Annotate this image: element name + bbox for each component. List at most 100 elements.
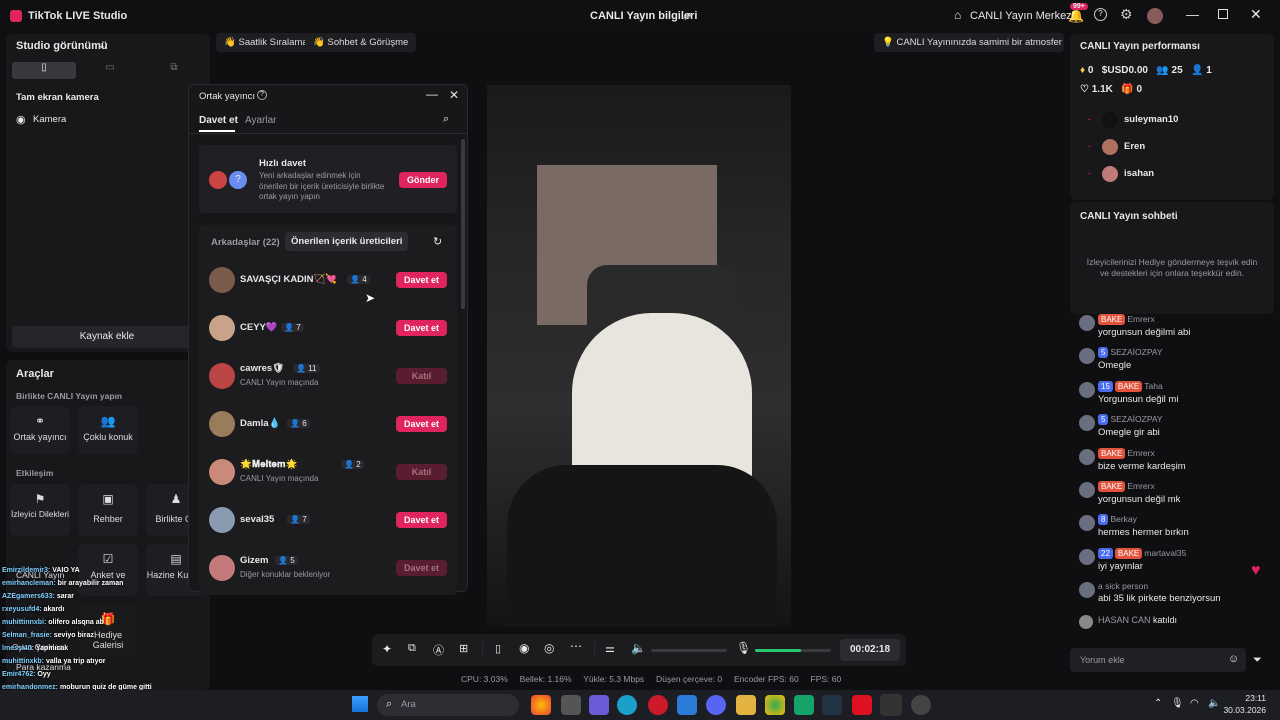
steam-icon[interactable] xyxy=(822,695,842,715)
speaker-icon[interactable]: 🔈 xyxy=(631,641,646,655)
chat-username[interactable]: Emrerx xyxy=(1127,448,1154,458)
scrollbar[interactable] xyxy=(461,139,465,309)
volume-icon[interactable]: 🔈 xyxy=(1208,698,1220,709)
join-button[interactable]: Katıl xyxy=(396,464,447,480)
minimize-icon[interactable]: — xyxy=(426,87,438,101)
multi-guest-tool-button[interactable]: 👥 Çoklu konuk xyxy=(78,406,138,454)
app-icon[interactable] xyxy=(794,695,814,715)
split-layout-button[interactable]: ⧉ xyxy=(142,62,206,79)
close-icon[interactable]: ✕ xyxy=(1250,6,1262,23)
chat-call-pill[interactable]: 👋 Sohbet & Görüşme xyxy=(305,33,417,52)
help-icon[interactable]: ? xyxy=(1094,8,1107,21)
chevron-down-icon[interactable]: ⌄ xyxy=(98,40,106,51)
tab-invite[interactable]: Davet et xyxy=(199,115,238,126)
portrait-layout-button[interactable]: ▯ xyxy=(12,62,76,79)
refresh-icon[interactable]: ↻ xyxy=(433,235,442,248)
tab-settings[interactable]: Ayarlar xyxy=(245,115,277,126)
top-viewer-row[interactable]: - isahan xyxy=(1080,164,1270,186)
avatar xyxy=(209,411,235,437)
chevron-up-icon[interactable]: ⌃ xyxy=(1154,698,1162,709)
avatar[interactable] xyxy=(1147,8,1163,24)
explorer-icon[interactable] xyxy=(561,695,581,715)
microphone-icon[interactable]: 🎙 xyxy=(736,641,751,655)
chat-username[interactable]: SEZAİOZPAY xyxy=(1110,347,1162,357)
gear-icon[interactable]: ⚙ xyxy=(1120,6,1133,23)
mail-icon[interactable] xyxy=(677,695,697,715)
chat-username[interactable]: Emrerx xyxy=(1127,481,1154,491)
invite-button[interactable]: Davet et xyxy=(396,416,447,432)
send-button[interactable]: Gönder xyxy=(399,172,447,188)
tiktok-studio-icon[interactable] xyxy=(880,694,902,716)
speaker-volume-slider[interactable] xyxy=(651,649,727,652)
maximize-icon[interactable] xyxy=(1218,9,1228,19)
windows-start-icon[interactable] xyxy=(352,696,368,712)
invite-button[interactable]: Davet et xyxy=(396,320,447,336)
comment-input[interactable]: Yorum ekle ☺ xyxy=(1070,648,1246,672)
join-button[interactable]: Katıl xyxy=(396,368,447,384)
filter-icon[interactable]: ⏷ xyxy=(1253,654,1262,667)
chat-username[interactable]: Taha xyxy=(1144,381,1162,391)
avatar xyxy=(1079,582,1095,599)
chat-username[interactable]: SEZAİOZPAY xyxy=(1110,414,1162,424)
chat-username[interactable]: Emrerx xyxy=(1127,314,1154,324)
suggested-creators-tab[interactable]: Önerilen içerik üreticileri xyxy=(285,232,409,251)
invite-button[interactable]: Davet et xyxy=(396,560,447,576)
invite-button[interactable]: Davet et xyxy=(396,272,447,288)
chrome-icon[interactable] xyxy=(531,695,551,715)
landscape-layout-button[interactable]: ▭ xyxy=(78,62,142,79)
video-preview[interactable] xyxy=(487,85,791,627)
discord-icon[interactable] xyxy=(706,695,726,715)
top-viewer-row[interactable]: - suleyman10 xyxy=(1080,110,1270,132)
folder-icon[interactable] xyxy=(736,695,756,715)
minimize-icon[interactable]: — xyxy=(1186,7,1199,22)
add-overlay-icon[interactable]: ⊞ xyxy=(459,642,468,655)
studio-view-title[interactable]: Studio görünümü xyxy=(16,40,108,52)
friends-tab[interactable]: Arkadaşlar (22) xyxy=(211,237,280,248)
likes-gifts-row: ♡ 1.1K 🎁 0 xyxy=(1080,84,1142,95)
mic-volume-slider[interactable] xyxy=(755,649,831,652)
overlay-chat-line: muhittinxkb: valla ya trip atıyor xyxy=(2,655,172,668)
tip-pill[interactable]: 💡 CANLI Yayınınızda samimi bir atmosfer … xyxy=(874,33,1064,52)
performance-stats-row: ♦ 0 $USD0.00 👥 25 👤 1 xyxy=(1080,65,1212,76)
magic-wand-icon[interactable]: ✦ xyxy=(382,642,392,656)
phone-icon[interactable]: ▯ xyxy=(495,642,501,655)
screen-icon[interactable]: ⧉ xyxy=(408,642,416,655)
info-icon[interactable]: ? xyxy=(257,90,267,100)
chat-username[interactable]: a sick person xyxy=(1098,581,1148,591)
hand-icon: 👋 xyxy=(313,37,325,48)
sliders-icon[interactable]: ⚌ xyxy=(605,642,615,655)
fullscreen-camera-label[interactable]: Tam ekran kamera xyxy=(16,92,99,103)
taskbar-search[interactable]: ⌕ Ara xyxy=(377,694,519,716)
invite-button[interactable]: Davet et xyxy=(396,512,447,528)
creator-name: cawres🛡 xyxy=(240,363,285,374)
hourly-ranking-pill[interactable]: 👋 Saatlik Sıralama xyxy=(216,33,316,52)
camera-source[interactable]: Kamera xyxy=(33,114,66,125)
opera-icon[interactable] xyxy=(648,695,668,715)
add-source-button[interactable]: Kaynak ekle xyxy=(12,326,202,348)
emoji-icon[interactable]: ☺ xyxy=(1228,653,1239,665)
youtube-icon[interactable] xyxy=(852,695,872,715)
ai-icon[interactable]: Ⓐ xyxy=(433,642,444,658)
bell-icon[interactable]: 🔔 xyxy=(1068,8,1084,24)
app-title: TikTok LIVE Studio xyxy=(28,10,128,22)
viewer-wishes-button[interactable]: ⚑ İzleyici Dilekleri xyxy=(10,484,70,536)
app-icon[interactable] xyxy=(911,695,931,715)
guide-button[interactable]: ▣ Rehber xyxy=(78,484,138,536)
chat-username[interactable]: Berkay xyxy=(1110,514,1136,524)
top-viewer-row[interactable]: - Eren xyxy=(1080,137,1270,159)
chat-username[interactable]: martaval35 xyxy=(1144,548,1186,558)
capture-icon[interactable]: ◎ xyxy=(544,641,554,655)
share-icon[interactable]: ⇗ xyxy=(682,9,692,23)
wifi-icon[interactable]: ◠ xyxy=(1190,698,1199,709)
microphone-icon[interactable]: 🎙 xyxy=(1171,698,1184,709)
search-icon[interactable]: ⌕ xyxy=(443,113,449,126)
teams-icon[interactable] xyxy=(589,695,609,715)
record-icon[interactable]: ◉ xyxy=(519,641,529,655)
close-icon[interactable]: ✕ xyxy=(449,88,459,102)
cohost-tool-button[interactable]: ⚭ Ortak yayıncı xyxy=(10,406,70,454)
more-icon[interactable]: ⋯ xyxy=(570,639,582,653)
divider xyxy=(594,642,595,658)
chrome-icon[interactable] xyxy=(765,695,785,715)
live-center-link[interactable]: CANLI Yayın Merkezi xyxy=(970,10,1074,22)
edge-icon[interactable] xyxy=(617,695,637,715)
